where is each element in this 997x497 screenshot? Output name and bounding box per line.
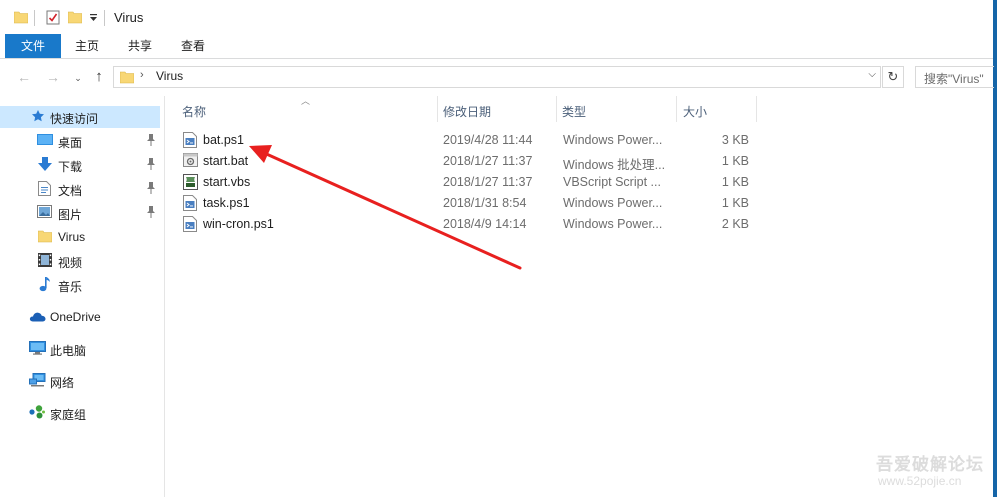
pin-icon[interactable] (146, 134, 156, 149)
sidebar-item-music[interactable]: 音乐 (0, 274, 160, 296)
sidebar-item-downloads[interactable]: 下载 (0, 154, 160, 176)
sidebar-item-homegroup[interactable]: 家庭组 (0, 402, 160, 424)
column-header-date[interactable]: 修改日期 (443, 103, 491, 120)
music-icon (39, 277, 51, 295)
pin-icon[interactable] (146, 158, 156, 173)
breadcrumb-virus[interactable]: Virus (156, 69, 183, 83)
file-size: 3 KB (721, 133, 749, 147)
powershell-file-icon (183, 216, 197, 235)
pin-icon[interactable] (146, 206, 156, 221)
tab-home[interactable]: 主页 (66, 34, 108, 58)
network-icon (29, 373, 46, 390)
ribbon-tabs: 文件 主页 共享 查看 (0, 34, 993, 59)
navigation-pane: 快速访问 桌面 下载 文档 图片 Virus 视频 音乐 OneDrive 此电… (0, 96, 165, 497)
back-arrow-icon[interactable]: ← (15, 67, 33, 87)
breadcrumb-chevron-icon[interactable]: › (140, 69, 144, 81)
file-list: ︿ 名称 修改日期 类型 大小 bat.ps1 2019/4/28 11:44 … (165, 96, 993, 497)
up-arrow-icon[interactable]: ↑ (90, 67, 108, 87)
file-date: 2018/1/31 8:54 (443, 196, 527, 210)
column-divider[interactable] (437, 96, 438, 122)
file-name: win-cron.ps1 (203, 217, 274, 231)
file-row-bat-ps1[interactable]: bat.ps1 2019/4/28 11:44 Windows Power...… (179, 130, 759, 151)
file-row-start-vbs[interactable]: start.vbs 2018/1/27 11:37 VBScript Scrip… (179, 172, 759, 193)
customize-toolbar-dropdown-icon[interactable] (89, 12, 98, 26)
watermark-logo: 吾爱破解论坛 (876, 455, 984, 474)
forward-arrow-icon[interactable]: → (44, 67, 62, 87)
file-name: bat.ps1 (203, 133, 245, 147)
new-folder-icon[interactable] (67, 10, 83, 27)
file-row-win-cron-ps1[interactable]: win-cron.ps1 2018/4/9 14:14 Windows Powe… (179, 214, 759, 235)
column-header-name[interactable]: 名称 (182, 103, 206, 120)
folder-icon (119, 70, 135, 87)
sidebar-item-onedrive[interactable]: OneDrive (0, 306, 160, 328)
video-icon (38, 253, 52, 270)
sidebar-item-pictures[interactable]: 图片 (0, 202, 160, 224)
sidebar-item-network[interactable]: 网络 (0, 370, 160, 392)
file-name: start.bat (203, 154, 249, 168)
file-row-task-ps1[interactable]: task.ps1 2018/1/31 8:54 Windows Power...… (179, 193, 759, 214)
computer-icon (29, 341, 46, 358)
powershell-file-icon (183, 132, 197, 151)
title-divider (104, 10, 105, 26)
search-placeholder: 搜索"Virus" (924, 72, 984, 86)
pictures-icon (37, 205, 52, 221)
file-name: task.ps1 (203, 196, 250, 210)
column-header-type[interactable]: 类型 (562, 103, 586, 120)
column-divider[interactable] (756, 96, 757, 122)
download-icon (38, 157, 52, 175)
sort-ascending-chevron-icon: ︿ (301, 96, 311, 106)
file-date: 2018/4/9 14:14 (443, 217, 527, 231)
file-row-start-bat[interactable]: start.bat 2018/1/27 11:37 Windows 批处理...… (179, 151, 759, 172)
file-size: 1 KB (721, 196, 749, 210)
sidebar-item-videos[interactable]: 视频 (0, 250, 160, 272)
tab-share[interactable]: 共享 (118, 34, 162, 58)
desktop-icon (37, 133, 53, 150)
folder-icon (37, 229, 53, 246)
file-size: 1 KB (721, 175, 749, 189)
address-bar[interactable]: › Virus ⌵ (113, 66, 881, 88)
sidebar-item-documents[interactable]: 文档 (0, 178, 160, 200)
column-divider[interactable] (676, 96, 677, 122)
tab-file[interactable]: 文件 (5, 34, 61, 58)
file-name: start.vbs (203, 175, 251, 189)
refresh-button[interactable]: ↻ (882, 66, 904, 88)
file-size: 2 KB (721, 217, 749, 231)
column-divider[interactable] (556, 96, 557, 122)
homegroup-icon (29, 405, 45, 422)
column-header-size[interactable]: 大小 (683, 103, 707, 120)
powershell-file-icon (183, 195, 197, 214)
recent-locations-chevron-icon[interactable]: ⌄ (69, 68, 87, 88)
sidebar-item-this-pc[interactable]: 此电脑 (0, 338, 160, 360)
title-divider (34, 10, 35, 26)
file-date: 2019/4/28 11:44 (443, 133, 533, 147)
pin-icon[interactable] (146, 182, 156, 197)
file-date: 2018/1/27 11:37 (443, 154, 533, 168)
file-date: 2018/1/27 11:37 (443, 175, 533, 189)
search-input[interactable]: 搜索"Virus" (915, 66, 994, 88)
onedrive-icon (29, 311, 46, 325)
file-size: 1 KB (721, 154, 749, 168)
file-type: Windows 批处理... (563, 158, 666, 172)
batch-file-icon (183, 153, 198, 170)
tab-view[interactable]: 查看 (171, 34, 215, 58)
sidebar-item-quick-access[interactable]: 快速访问 (0, 106, 160, 128)
title-bar: Virus (0, 0, 993, 34)
address-dropdown-icon[interactable]: ⌵ (868, 69, 876, 80)
file-type: Windows Power... (563, 196, 663, 210)
watermark-url: www.52pojie.cn (878, 474, 962, 488)
file-type: Windows Power... (563, 133, 663, 147)
folder-icon[interactable] (13, 10, 29, 27)
window-title: Virus (114, 10, 144, 25)
sidebar-item-desktop[interactable]: 桌面 (0, 130, 160, 152)
file-type: Windows Power... (563, 217, 663, 231)
star-icon (31, 109, 45, 126)
document-icon (38, 181, 51, 199)
file-type: VBScript Script ... (563, 175, 661, 189)
vbs-file-icon (183, 174, 198, 193)
sidebar-item-virus[interactable]: Virus (0, 226, 160, 248)
refresh-icon: ↻ (887, 69, 899, 84)
properties-icon[interactable] (46, 10, 60, 28)
